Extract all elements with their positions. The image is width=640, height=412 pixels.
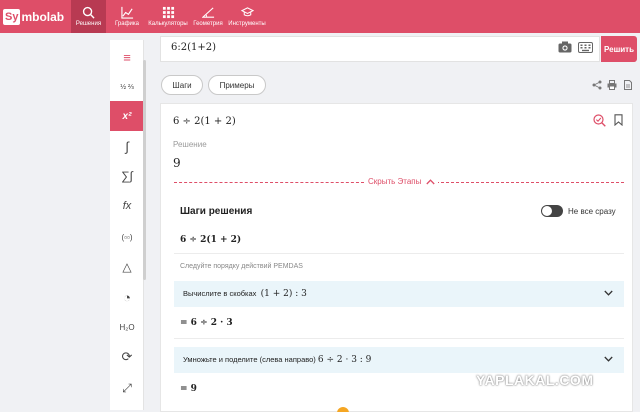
nav-item-solutions[interactable]: Решения [71,0,106,33]
step-1-result: = 6 ÷ 2 · 3 [180,318,233,328]
math-input[interactable] [171,42,531,53]
step-divider [174,253,624,254]
logo-mark: Sy [3,9,21,25]
pdf-icon[interactable] [623,80,633,90]
chevron-down-icon [604,356,613,362]
problem-expression: 6 ÷ 2(1 + 2) [173,116,236,127]
conversions-icon[interactable]: ⤢ [110,373,144,403]
camera-icon[interactable] [558,41,572,53]
help-bubble[interactable] [337,407,349,412]
verify-icon[interactable] [593,114,606,127]
keyboard-icon[interactable] [578,42,593,53]
step-divider [174,338,624,339]
topic-sidebar: ≡ ½ ⅔ x² ∫ ∑∫ fx (▫▫) △ ◔ H₂O ⟳ ⤢ [110,40,144,410]
graduation-cap-icon [240,7,254,17]
toggle-label: Не все сразу [568,207,616,216]
chevron-up-icon [426,178,436,184]
steps-title: Шаги решения [180,206,253,217]
menu-icon[interactable]: ≡ [110,42,144,72]
nav-item-label: Решения [75,21,102,27]
matrix-icon[interactable]: (▫▫) [110,222,144,252]
finance-icon[interactable]: ⟳ [110,342,144,372]
graph-icon [120,6,133,19]
step-2-result: = 9 [180,384,197,394]
logo-text: mbolab [21,10,65,24]
step-1-text: Вычислите в скобках (1 + 2) : 3 [183,289,307,299]
nav-item-label: Геометрия [193,21,223,27]
functions-icon[interactable]: fx [110,191,144,221]
step-2-header[interactable]: Умножьте и поделите (слева направо) 6 ÷ … [174,347,624,373]
hide-steps-label: Скрыть Этапы [368,177,422,186]
symbolab-logo[interactable]: Sy mbolab [3,8,67,26]
bookmark-icon[interactable] [614,114,623,126]
series-icon[interactable]: ∑∫ [110,161,144,191]
nav-item-label: Инструменты [228,21,266,27]
chemistry-icon[interactable]: H₂O [110,312,144,342]
print-icon[interactable] [607,80,617,90]
tab-steps[interactable]: Шаги [161,75,203,95]
hide-steps-link[interactable]: Скрыть Этапы [365,177,439,186]
step-by-step-toggle[interactable] [541,205,563,217]
watermark: YAPLAKAL.COM [476,372,594,388]
tab-examples[interactable]: Примеры [208,75,266,95]
calculus-icon[interactable]: ∫ [110,131,144,161]
search-icon [82,6,95,19]
share-icon[interactable] [592,80,602,90]
sidebar-scrollbar[interactable] [143,60,146,280]
nav-item-label: Калькуляторы [148,21,188,27]
solution-label: Решение [173,140,207,149]
nav-item-tools[interactable]: Инструменты [228,0,266,33]
trigonometry-icon[interactable]: △ [110,252,144,282]
solution-value: 9 [173,156,181,170]
divider-left [174,182,364,183]
nav-item-graphing[interactable]: Графика [112,0,142,33]
step-expression: 6 ÷ 2(1 + 2) [180,235,242,245]
algebra-icon[interactable]: x² [110,101,144,131]
top-nav-bar: Sy mbolab Решения Графика Калькуляторы Г… [0,0,640,33]
solve-button[interactable]: Решить [601,36,637,62]
nav-item-geometry[interactable]: Геометрия [192,0,224,33]
angle-icon [201,7,214,18]
nav-item-label: Графика [115,21,139,27]
step-2-text: Умножьте и поделите (слева направо) 6 ÷ … [183,355,372,365]
statistics-icon[interactable]: ◔ [110,282,144,312]
rule-text: Следуйте порядку действий PEMDAS [180,263,303,270]
calculator-icon [162,6,174,19]
search-bar [160,36,600,62]
chevron-down-icon [604,290,613,296]
divider-right [436,182,624,183]
nav-item-calculators[interactable]: Калькуляторы [148,0,188,33]
fractions-icon[interactable]: ½ ⅔ [110,72,144,102]
step-1-header[interactable]: Вычислите в скобках (1 + 2) : 3 [174,281,624,307]
